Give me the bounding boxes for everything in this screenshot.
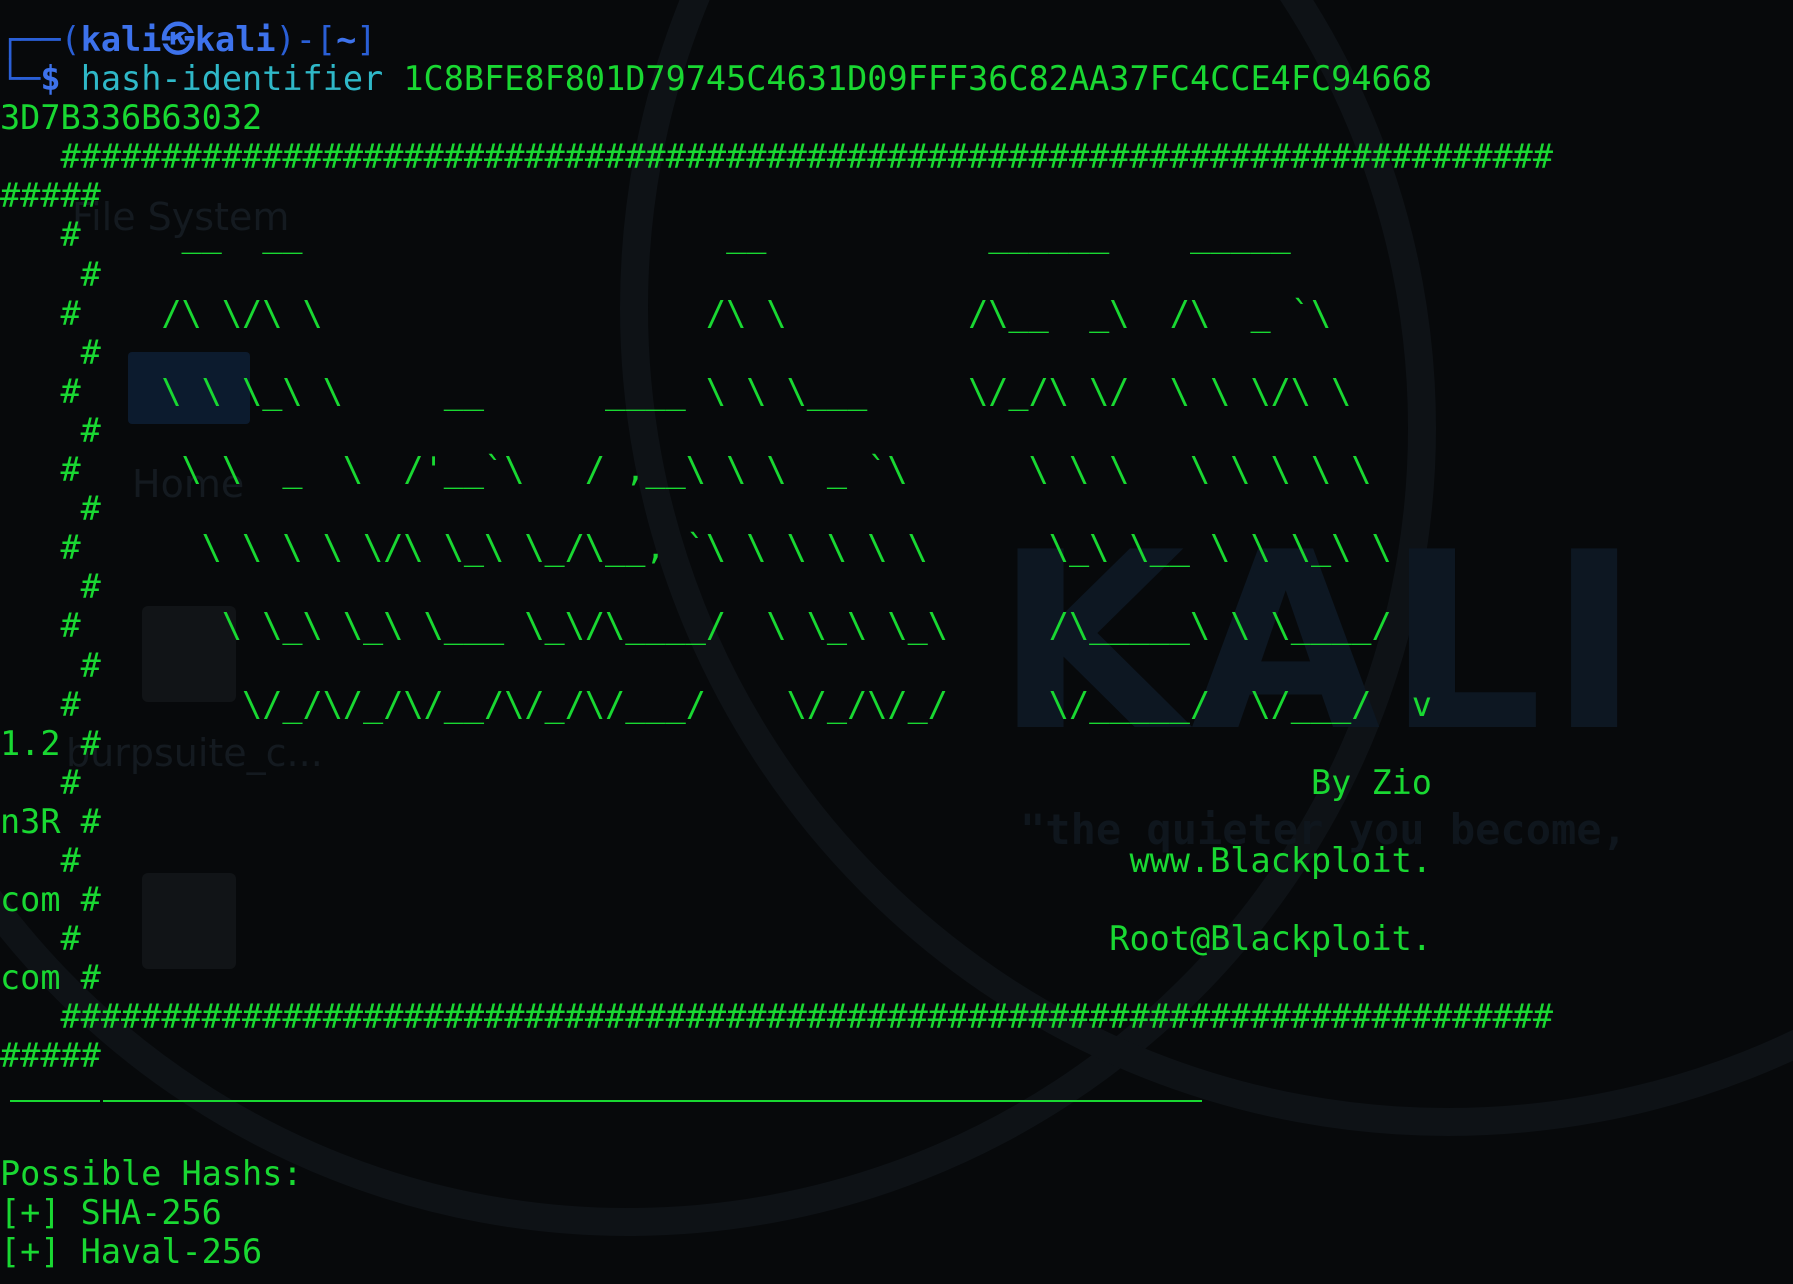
banner-line: # xyxy=(0,489,101,529)
banner-line: # __ __ __ ______ _____ xyxy=(0,215,1291,255)
command-name: hash-identifier xyxy=(80,59,384,99)
banner-line: ##### xyxy=(0,176,101,216)
result-line xyxy=(0,1115,1793,1154)
result-line: [+] SHA-256 xyxy=(0,1192,222,1232)
result-line: Possible Hashs: xyxy=(0,1153,303,1193)
banner-line: # \ \ \_\ \ __ ____ \ \ \___ \/_/\ \/ \ … xyxy=(0,371,1352,411)
separator-rule xyxy=(0,1076,1793,1115)
banner-line: # \/_/\/_/\/__/\/_/\/___/ \/_/\/_/ \/___… xyxy=(0,684,1432,724)
command-argument: 1C8BFE8F801D79745C4631D09FFF36C82AA37FC4… xyxy=(403,59,1432,99)
prompt-end: ] xyxy=(356,20,377,59)
banner-line: # \ \ _ \ /'__`\ / ,__\ \ \ _ `\ \ \ \ \… xyxy=(0,450,1372,490)
separator-segment xyxy=(103,1099,1202,1102)
banner-line: # /\ \/\ \ /\ \ /\__ _\ /\ _ `\ xyxy=(0,293,1332,333)
banner-line: # By Zio xyxy=(0,762,1432,802)
banner-line: ########################################… xyxy=(0,997,1554,1037)
prompt-corner: └─ xyxy=(0,59,41,99)
prompt-line: ┌──(kali㉿kali)-[~] xyxy=(0,20,1793,59)
prompt-user-host: kali㉿kali xyxy=(80,20,276,59)
banner-line: com # xyxy=(0,880,101,920)
prompt-cwd: ~ xyxy=(336,20,357,59)
banner-line: # \ \ \ \ \/\ \_\ \_/\__, `\ \ \ \ \ \ \… xyxy=(0,528,1392,568)
banner-line: com # xyxy=(0,958,101,998)
result-line: [+] Haval-256 xyxy=(0,1231,263,1271)
banner-line: # xyxy=(0,567,101,607)
banner-line: # www.Blackploit. xyxy=(0,840,1432,880)
banner-line: ##### xyxy=(0,1036,101,1076)
command-line: └─$ hash-identifier 1C8BFE8F801D79745C46… xyxy=(0,59,1793,98)
banner-line: 3D7B336B63032 xyxy=(0,98,263,138)
banner-line: # xyxy=(0,254,101,294)
banner-line: n3R # xyxy=(0,801,101,841)
banner-line: # Root@Blackploit. xyxy=(0,919,1432,959)
prompt-dollar: $ xyxy=(40,59,61,99)
banner-line: # xyxy=(0,332,101,372)
banner-line: # \ \_\ \_\ \___ \_\/\____/ \ \_\ \_\ /\… xyxy=(0,606,1392,646)
prompt-open: ┌──( xyxy=(0,20,81,59)
hash-results: Possible Hashs: [+] SHA-256 [+] Haval-256 xyxy=(0,1115,1793,1271)
banner-line: 1.2 # xyxy=(0,723,101,763)
banner-line: # xyxy=(0,645,101,685)
separator-segment xyxy=(10,1099,100,1102)
hash-identifier-banner: 3D7B336B63032 ##########################… xyxy=(0,98,1793,1075)
terminal-output[interactable]: ┌──(kali㉿kali)-[~] └─$ hash-identifier 1… xyxy=(0,20,1793,1271)
banner-line: # xyxy=(0,410,101,450)
banner-line: ########################################… xyxy=(0,137,1554,177)
prompt-close: )-[ xyxy=(275,20,337,59)
